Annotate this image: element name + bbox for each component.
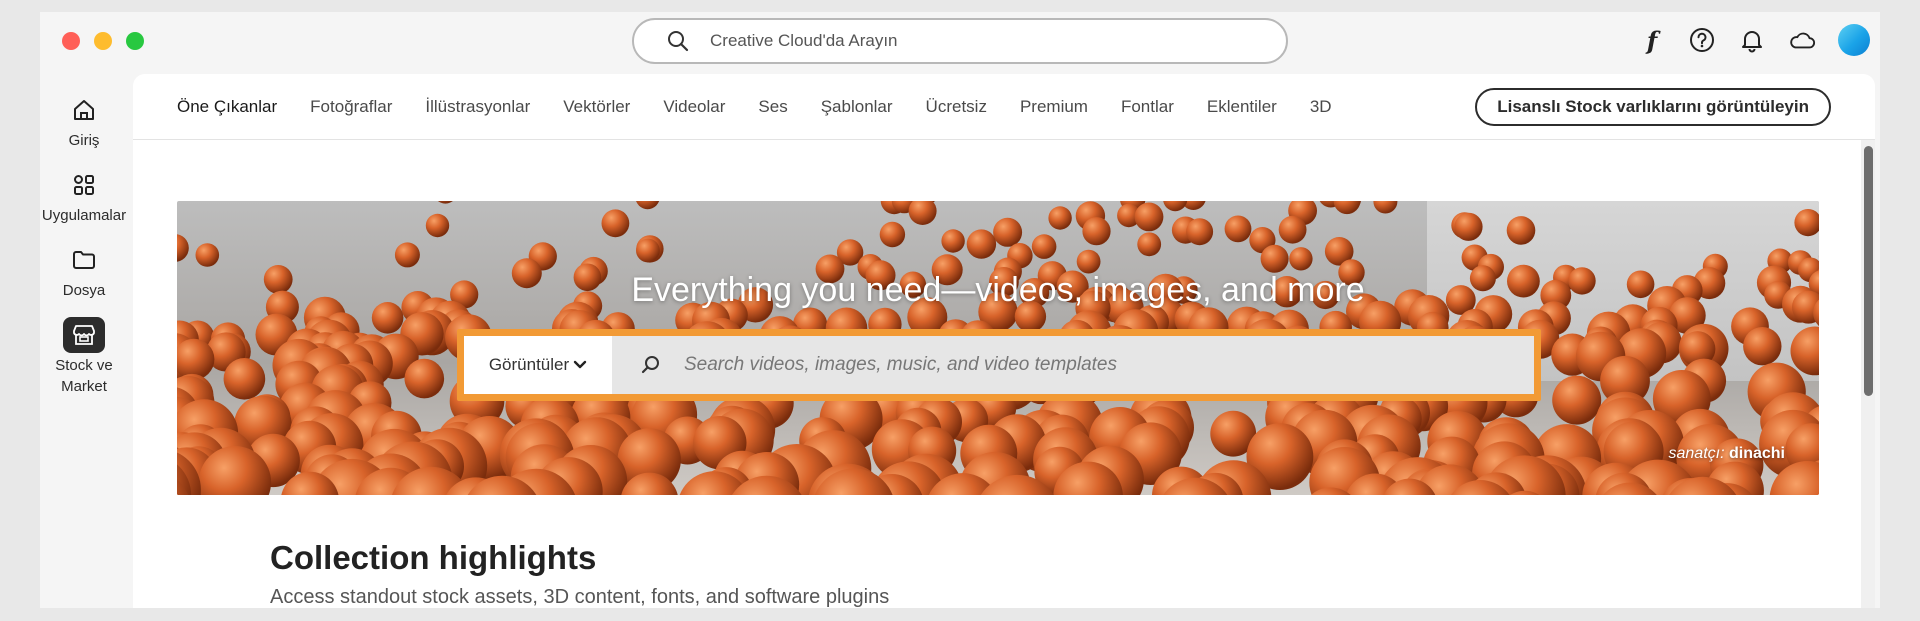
section-subtitle: Access standout stock assets, 3D content… bbox=[270, 586, 890, 608]
hero-ball bbox=[1278, 215, 1307, 244]
image-credit: sanatçı: dinachi bbox=[1669, 445, 1786, 463]
search-type-dropdown[interactable]: Görüntüler bbox=[464, 336, 612, 394]
hero-ball bbox=[993, 217, 1023, 247]
hero-ball bbox=[1260, 244, 1289, 273]
hero-ball bbox=[425, 213, 450, 238]
rail-item-home[interactable]: Giriş bbox=[40, 92, 128, 151]
left-rail: Giriş Uygulamalar Dosya Stock ve Market bbox=[40, 92, 128, 413]
view-licensed-assets-button[interactable]: Lisanslı Stock varlıklarını görüntüleyin bbox=[1475, 88, 1831, 126]
hero-ball bbox=[601, 209, 630, 238]
tab-videos[interactable]: Videolar bbox=[663, 97, 725, 117]
maximize-window-button[interactable] bbox=[126, 32, 144, 50]
hero-ball bbox=[177, 234, 189, 262]
hero-ball bbox=[1743, 327, 1782, 366]
global-search-input[interactable]: Creative Cloud'da Arayın bbox=[632, 18, 1288, 64]
hero-ball bbox=[1186, 218, 1214, 246]
tab-free[interactable]: Ücretsiz bbox=[926, 97, 987, 117]
category-tabs-bar: Öne Çıkanlar Fotoğraflar İllüstrasyonlar… bbox=[133, 74, 1875, 140]
hero-ball bbox=[394, 242, 420, 268]
section-title: Collection highlights bbox=[270, 539, 597, 576]
stock-search-input[interactable]: Search videos, images, music, and video … bbox=[612, 336, 1534, 394]
tab-featured[interactable]: Öne Çıkanlar bbox=[177, 97, 277, 117]
global-search-placeholder: Creative Cloud'da Arayın bbox=[710, 31, 898, 50]
tab-plugins[interactable]: Eklentiler bbox=[1207, 97, 1277, 117]
top-icons: f bbox=[1638, 24, 1870, 56]
hero-ball bbox=[437, 201, 453, 204]
credit-prefix: sanatçı: bbox=[1668, 445, 1725, 462]
rail-item-files[interactable]: Dosya bbox=[40, 242, 128, 301]
hero-ball bbox=[1224, 215, 1252, 243]
rail-item-stock-market[interactable]: Stock ve Market bbox=[40, 317, 128, 397]
hero-banner: Everything you need—videos, images, and … bbox=[177, 201, 1819, 495]
tab-fonts[interactable]: Fontlar bbox=[1121, 97, 1174, 117]
hero-ball bbox=[636, 238, 660, 263]
help-icon[interactable] bbox=[1688, 26, 1716, 54]
hero-ball bbox=[636, 201, 660, 210]
tab-premium[interactable]: Premium bbox=[1020, 97, 1088, 117]
hero-ball bbox=[941, 229, 965, 253]
hero-ball bbox=[908, 201, 937, 225]
hero-ball bbox=[1794, 209, 1819, 237]
hero-ball bbox=[1373, 201, 1398, 214]
category-tabs: Öne Çıkanlar Fotoğraflar İllüstrasyonlar… bbox=[177, 74, 1332, 139]
stock-search-box: Görüntüler Search videos, images, music,… bbox=[457, 329, 1541, 401]
hero-ball bbox=[1289, 247, 1313, 271]
apps-icon bbox=[64, 167, 104, 203]
hero-ball bbox=[879, 221, 906, 248]
hero-ball bbox=[1082, 217, 1111, 246]
search-icon bbox=[640, 354, 662, 376]
bell-icon[interactable] bbox=[1738, 26, 1766, 54]
home-icon bbox=[64, 92, 104, 128]
hero-ball bbox=[404, 358, 445, 399]
rail-item-label: Uygulamalar bbox=[41, 207, 127, 224]
avatar[interactable] bbox=[1838, 24, 1870, 56]
search-icon bbox=[666, 29, 690, 53]
folder-icon bbox=[64, 242, 104, 278]
credit-artist-link[interactable]: dinachi bbox=[1729, 445, 1785, 462]
minimize-window-button[interactable] bbox=[94, 32, 112, 50]
scrollbar-thumb[interactable] bbox=[1864, 146, 1873, 396]
hero-ball bbox=[1048, 206, 1072, 230]
tab-photos[interactable]: Fotoğraflar bbox=[310, 97, 392, 117]
cloud-icon[interactable] bbox=[1788, 26, 1816, 54]
rail-item-label: Giriş bbox=[68, 132, 100, 149]
hero-ball bbox=[966, 229, 997, 259]
tab-illustrations[interactable]: İllüstrasyonlar bbox=[425, 97, 530, 117]
tab-templates[interactable]: Şablonlar bbox=[821, 97, 893, 117]
search-type-label: Görüntüler bbox=[488, 355, 570, 374]
hero-ball bbox=[1137, 232, 1162, 257]
hero-ball bbox=[1333, 201, 1361, 215]
stock-market-icon bbox=[63, 317, 105, 353]
main-panel: Öne Çıkanlar Fotoğraflar İllüstrasyonlar… bbox=[133, 74, 1875, 608]
hero-ball bbox=[1790, 326, 1819, 376]
scrollbar[interactable] bbox=[1861, 140, 1875, 608]
chevron-down-icon bbox=[573, 355, 587, 375]
hero-ball bbox=[1163, 201, 1188, 212]
hero-ball bbox=[1031, 234, 1057, 259]
rail-item-apps[interactable]: Uygulamalar bbox=[40, 167, 128, 226]
hero-ball bbox=[1076, 249, 1101, 274]
rail-item-label: Dosya bbox=[62, 282, 106, 299]
hero-ball bbox=[1506, 216, 1536, 245]
hero-ball bbox=[1134, 202, 1164, 232]
hero-ball bbox=[1552, 375, 1602, 425]
fonts-icon[interactable]: f bbox=[1638, 26, 1666, 55]
stock-search-placeholder: Search videos, images, music, and video … bbox=[684, 354, 1117, 375]
tab-vectors[interactable]: Vektörler bbox=[563, 97, 630, 117]
tab-3d[interactable]: 3D bbox=[1310, 97, 1332, 117]
hero-ball bbox=[1454, 212, 1483, 241]
app-window: Creative Cloud'da Arayın f Giriş Uygulam… bbox=[40, 12, 1880, 608]
tab-audio[interactable]: Ses bbox=[758, 97, 787, 117]
hero-ball bbox=[195, 243, 220, 267]
hero-ball bbox=[223, 358, 266, 400]
rail-item-label: Stock ve Market bbox=[55, 357, 113, 395]
close-window-button[interactable] bbox=[62, 32, 80, 50]
hero-title: Everything you need—videos, images, and … bbox=[631, 271, 1365, 309]
